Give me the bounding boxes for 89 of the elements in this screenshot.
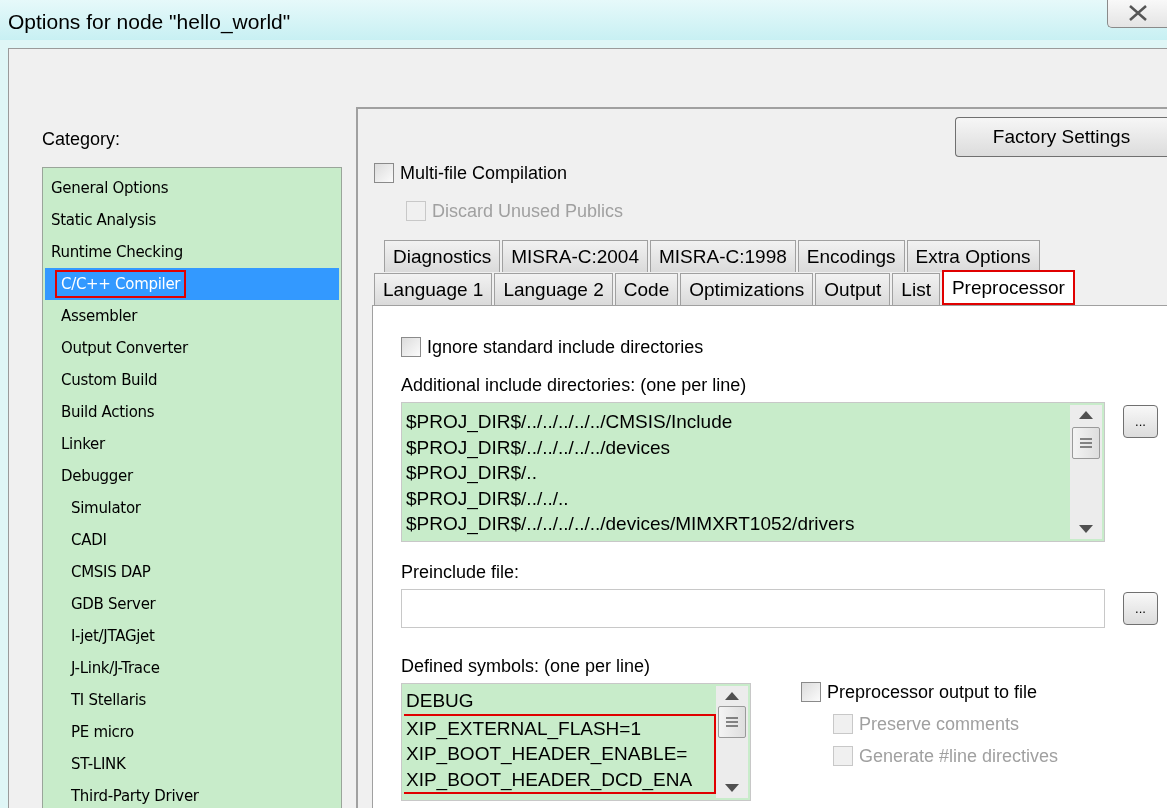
include-directories-list[interactable]: $PROJ_DIR$/../../../../../CMSIS/Include $PROJ_DIR$/../../../../../devices $PROJ_DIR$/.. $PROJ_DIR$/../../.. $PROJ_DIR$/../../../../../devices/MIMXRT1052/drivers bbox=[401, 402, 1105, 542]
category-item-label: General Options bbox=[50, 178, 170, 199]
category-item-label: Static Analysis bbox=[50, 210, 157, 231]
category-item-label: Third-Party Driver bbox=[70, 786, 200, 807]
list-line: $PROJ_DIR$/../../../../../devices bbox=[406, 435, 671, 461]
category-item-label: CADI bbox=[70, 530, 108, 551]
scrollbar-thumb[interactable] bbox=[718, 706, 746, 738]
checkbox[interactable] bbox=[374, 163, 394, 183]
checkbox-label: Discard Unused Publics bbox=[432, 200, 624, 222]
category-item[interactable]: GDB Server bbox=[45, 588, 339, 620]
category-item-label: Runtime Checking bbox=[50, 242, 184, 263]
checkbox-label: Multi-file Compilation bbox=[400, 162, 568, 184]
tab[interactable]: Encodings bbox=[797, 240, 905, 272]
close-button[interactable] bbox=[1107, 0, 1167, 28]
scroll-up-arrow-icon bbox=[1079, 411, 1093, 419]
field-label: Defined symbols: (one per line) bbox=[401, 656, 652, 677]
category-item[interactable]: Output Converter bbox=[45, 332, 339, 364]
category-item-label: TI Stellaris bbox=[70, 690, 148, 711]
category-item[interactable]: PE micro bbox=[45, 716, 339, 748]
tab[interactable]: Extra Options bbox=[906, 240, 1040, 272]
tab[interactable]: Language 1 bbox=[374, 273, 493, 305]
tab[interactable]: List bbox=[892, 273, 940, 305]
category-item-label: Assembler bbox=[60, 306, 139, 327]
tab[interactable]: Optimizations bbox=[680, 273, 814, 305]
category-item[interactable]: Debugger bbox=[45, 460, 339, 492]
category-item-label: ST-LINK bbox=[70, 754, 127, 775]
category-item-label: CMSIS DAP bbox=[70, 562, 152, 583]
tab[interactable]: MISRA-C:2004 bbox=[502, 240, 648, 272]
checkbox-label: Ignore standard include directories bbox=[427, 336, 704, 358]
category-item[interactable]: General Options bbox=[45, 172, 339, 204]
list-line: $PROJ_DIR$/.. bbox=[406, 461, 538, 486]
category-item[interactable]: I-jet/JTAGjet bbox=[45, 620, 339, 652]
scroll-up-arrow-icon bbox=[725, 692, 739, 700]
browse-button[interactable]: ... bbox=[1123, 592, 1158, 625]
scroll-down-arrow-icon bbox=[725, 784, 739, 792]
checkbox-label: Preserve comments bbox=[859, 713, 1020, 735]
category-item-label: I-jet/JTAGjet bbox=[70, 626, 156, 647]
scrollbar[interactable] bbox=[716, 686, 748, 798]
category-item[interactable]: Linker bbox=[45, 428, 339, 460]
list-line: XIP_BOOT_HEADER_ENABLE= bbox=[406, 742, 689, 767]
category-item[interactable]: ST-LINK bbox=[45, 748, 339, 780]
category-item-label: C/C++ Compiler bbox=[55, 270, 187, 298]
category-item[interactable]: TI Stellaris bbox=[45, 684, 339, 716]
category-item-label: GDB Server bbox=[70, 594, 157, 615]
category-item[interactable]: Assembler bbox=[45, 300, 339, 332]
preinclude-field[interactable] bbox=[401, 589, 1105, 628]
checkbox-label: Generate #line directives bbox=[859, 745, 1059, 767]
tab[interactable]: MISRA-C:1998 bbox=[650, 240, 796, 272]
checkbox[interactable] bbox=[801, 682, 821, 702]
field-label: Preinclude file: bbox=[401, 562, 521, 583]
category-item-label: Build Actions bbox=[60, 402, 156, 423]
category-label: Category: bbox=[42, 129, 122, 150]
category-item[interactable]: J-Link/J-Trace bbox=[45, 652, 339, 684]
tab[interactable]: Language 2 bbox=[494, 273, 613, 305]
checkbox[interactable] bbox=[401, 337, 421, 357]
window-title: Options for node "hello_world" bbox=[8, 10, 291, 34]
list-line: XIP_EXTERNAL_FLASH=1 bbox=[406, 716, 642, 742]
category-item[interactable]: Static Analysis bbox=[45, 204, 339, 236]
category-item[interactable]: Simulator bbox=[45, 492, 339, 524]
category-item-label: J-Link/J-Trace bbox=[69, 658, 161, 679]
category-item[interactable]: Build Actions bbox=[45, 396, 339, 428]
category-item-label: Output Converter bbox=[60, 338, 190, 359]
list-line: DEBUG bbox=[406, 689, 475, 713]
scroll-down-arrow-icon bbox=[1079, 525, 1093, 533]
category-item[interactable]: Runtime Checking bbox=[45, 236, 339, 268]
field-label: Additional include directories: (one per line) bbox=[401, 375, 748, 396]
tab[interactable]: Output bbox=[815, 273, 891, 305]
category-item-label: Debugger bbox=[60, 466, 135, 487]
category-item[interactable]: CADI bbox=[45, 524, 339, 556]
category-item-label: Linker bbox=[60, 434, 107, 455]
defined-symbols-list[interactable]: DEBUG XIP_EXTERNAL_FLASH=1 XIP_BOOT_HEADER_ENABLE= XIP_BOOT_HEADER_DCD_ENA bbox=[401, 683, 751, 801]
category-item-label: Simulator bbox=[70, 498, 142, 519]
category-item[interactable]: CMSIS DAP bbox=[45, 556, 339, 588]
checkbox-label: Preprocessor output to file bbox=[827, 681, 1038, 703]
category-item-label: Custom Build bbox=[60, 370, 159, 391]
list-line: $PROJ_DIR$/../../../../../devices/MIMXRT1052/drivers bbox=[406, 512, 856, 537]
tab[interactable]: Diagnostics bbox=[384, 240, 501, 272]
list-line: $PROJ_DIR$/../../../../../CMSIS/Include bbox=[406, 410, 734, 435]
factory-settings-button[interactable]: Factory Settings bbox=[955, 117, 1167, 157]
category-item-label: PE micro bbox=[70, 722, 135, 743]
category-item[interactable]: Third-Party Driver bbox=[45, 780, 339, 808]
scrollbar[interactable] bbox=[1070, 405, 1102, 539]
list-line: $PROJ_DIR$/../../.. bbox=[406, 486, 570, 512]
scrollbar-thumb[interactable] bbox=[1072, 427, 1100, 459]
category-item[interactable]: Custom Build bbox=[45, 364, 339, 396]
tab[interactable]: Preprocessor bbox=[941, 270, 1075, 305]
browse-button[interactable]: ... bbox=[1123, 405, 1158, 438]
list-line: XIP_BOOT_HEADER_DCD_ENA bbox=[406, 767, 694, 793]
tab[interactable]: Code bbox=[614, 273, 679, 305]
